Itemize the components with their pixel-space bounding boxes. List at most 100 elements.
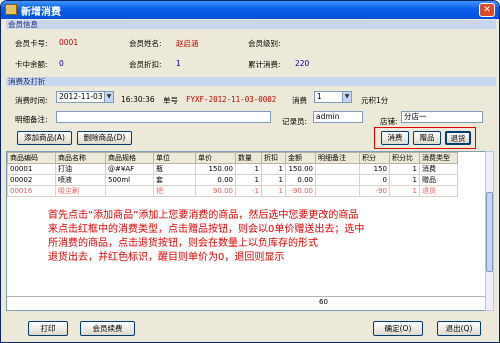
window-title: 新增消费 (21, 7, 61, 18)
col-header[interactable]: 折扣 (261, 152, 286, 164)
renew-membership-button[interactable]: 会员续费 (80, 321, 135, 336)
annotation-line: 来点击红框中的消费类型，点击赠品按钮，则会以0单价赠送出去；选中 (48, 224, 365, 235)
cell[interactable]: 1 (261, 185, 286, 197)
cell[interactable] (315, 163, 360, 175)
cell[interactable]: 吸尘刷 (55, 185, 106, 197)
col-header[interactable]: 明细备注 (315, 152, 360, 164)
gift-button[interactable]: 赠品 (413, 131, 441, 145)
card-no-value: 0001 (59, 38, 79, 47)
discount-label: 会员折扣: (129, 60, 162, 69)
grid-header-row: 商品编码 商品名称 商品规格 单位 单价 数量 折扣 金额 明细备注 积分 积分… (7, 152, 458, 164)
cell[interactable]: 150.00 (195, 163, 236, 175)
delete-goods-button[interactable]: 删除商品(D) (77, 131, 132, 145)
time-value: 16:30:36 (121, 95, 155, 104)
col-header[interactable]: 消费类型 (419, 152, 458, 164)
cell[interactable]: 150.00 (285, 163, 316, 175)
cell[interactable]: 00002 (7, 174, 56, 186)
discount-value: 1 (176, 59, 181, 68)
table-row[interactable]: 00001 打油 @#¥AF 瓶 150.00 1 1 150.00 150 1… (7, 163, 458, 175)
cell[interactable]: 1 (261, 174, 286, 186)
member-level-label: 会员级别: (248, 39, 281, 48)
balance-label: 卡中余额: (15, 60, 48, 69)
note-label: 明细备注: (15, 115, 48, 124)
note-input[interactable] (56, 111, 271, 123)
member-name-value: 赵启涵 (176, 39, 199, 48)
cell[interactable]: 套 (153, 174, 196, 186)
consume-section-header: 消费及打折 (6, 77, 496, 86)
date-picker[interactable]: 2012-11-03 ▼ (56, 91, 114, 103)
print-button[interactable]: 打印 (28, 321, 68, 336)
cell[interactable]: 打油 (55, 163, 106, 175)
cell[interactable]: 0 (359, 174, 390, 186)
shop-input[interactable]: 分店一 (401, 111, 483, 123)
col-header[interactable]: 商品名称 (55, 152, 106, 164)
cell[interactable]: 1 (235, 174, 262, 186)
cell[interactable] (105, 185, 154, 197)
cell[interactable]: 瓶 (153, 163, 196, 175)
col-header[interactable]: 单价 (195, 152, 236, 164)
chevron-down-icon[interactable]: ▼ (104, 92, 113, 102)
close-button[interactable]: ✕ (479, 3, 495, 17)
cell[interactable]: 90.00 (195, 185, 236, 197)
annotation-line: 首先点击“添加商品”添加上您要消费的商品，然后选中您要更改的商品 (48, 210, 359, 221)
date-value: 2012-11-03 (59, 92, 103, 101)
cell[interactable]: -90.00 (285, 185, 316, 197)
cell[interactable]: 把 (153, 185, 196, 197)
cell[interactable]: 500ml (105, 174, 154, 186)
instruction-annotation: 首先点击“添加商品”添加上您要消费的商品，然后选中您要更改的商品 来点击红框中的… (48, 209, 448, 265)
annotation-line: 退货出去，并红色标识，醒目则单价为0，退回则显示 (48, 252, 285, 263)
cell[interactable]: @#¥AF (105, 163, 154, 175)
grid-total-row: 60 (7, 296, 485, 308)
cell[interactable]: 1 (235, 163, 262, 175)
col-header[interactable]: 金额 (285, 152, 316, 164)
consume-type-button[interactable]: 消费 (381, 131, 409, 145)
ok-button[interactable]: 确定(O) (373, 321, 423, 336)
consume-time-label: 消费时间: (15, 96, 48, 105)
recorder-label: 记录员: (282, 117, 308, 126)
cell[interactable] (315, 174, 360, 186)
annotation-line: 所消费的商品，点击退货按钮，则会在数量上以负库存的形式 (48, 238, 318, 249)
cell[interactable]: 0.00 (285, 174, 316, 186)
cell[interactable]: -90 (359, 185, 390, 197)
cell[interactable]: -1 (235, 185, 262, 197)
recorder-input[interactable]: admin (313, 111, 363, 123)
cell[interactable]: 0.00 (195, 174, 236, 186)
qty-select[interactable]: 1 ▼ (314, 91, 352, 103)
yuan-points-label: 元积1分 (361, 96, 389, 105)
cell[interactable]: 赠品 (419, 174, 458, 186)
cell[interactable]: 1 (389, 185, 420, 197)
cell[interactable]: 1 (389, 163, 420, 175)
table-row[interactable]: 00016 吸尘刷 把 90.00 -1 1 -90.00 -90 1 退货 (7, 185, 458, 197)
grid-scrollbar[interactable] (485, 151, 494, 311)
return-button[interactable]: 退货 (445, 131, 471, 145)
col-header[interactable]: 数量 (235, 152, 262, 164)
goods-table: 商品编码 商品名称 商品规格 单位 单价 数量 折扣 金额 明细备注 积分 积分… (7, 152, 458, 197)
col-header[interactable]: 积分 (359, 152, 390, 164)
title-bar: 新增消费 ✕ (1, 1, 499, 19)
chevron-down-icon[interactable]: ▼ (342, 92, 351, 102)
cell[interactable]: 1 (389, 174, 420, 186)
col-header[interactable]: 单位 (153, 152, 196, 164)
table-row[interactable]: 00002 喷液 500ml 套 0.00 1 1 0.00 0 1 赠品 (7, 174, 458, 186)
col-header[interactable]: 商品规格 (105, 152, 154, 164)
member-name-label: 会员姓名: (129, 39, 162, 48)
add-goods-button[interactable]: 添加商品(A) (17, 131, 72, 145)
shop-label: 店铺: (380, 117, 398, 126)
qty-label: 消费 (292, 96, 307, 105)
cell[interactable]: 00016 (7, 185, 56, 197)
cell[interactable]: 喷液 (55, 174, 106, 186)
cell[interactable]: 00001 (7, 163, 56, 175)
order-no-label: 单号 (163, 96, 178, 105)
exit-button[interactable]: 退出(Q) (437, 321, 481, 336)
total-consume-value: 220 (295, 59, 310, 68)
col-header[interactable]: 商品编码 (7, 152, 56, 164)
cell[interactable]: 1 (261, 163, 286, 175)
scrollbar-thumb[interactable] (486, 192, 493, 272)
grid-total-value: 60 (319, 298, 328, 306)
cell[interactable] (315, 185, 360, 197)
cell[interactable]: 退货 (419, 185, 458, 197)
order-no-value: FYXF-2012-11-03-0002 (186, 95, 277, 104)
cell[interactable]: 150 (359, 163, 390, 175)
cell[interactable]: 消费 (419, 163, 458, 175)
col-header[interactable]: 积分比 (389, 152, 420, 164)
